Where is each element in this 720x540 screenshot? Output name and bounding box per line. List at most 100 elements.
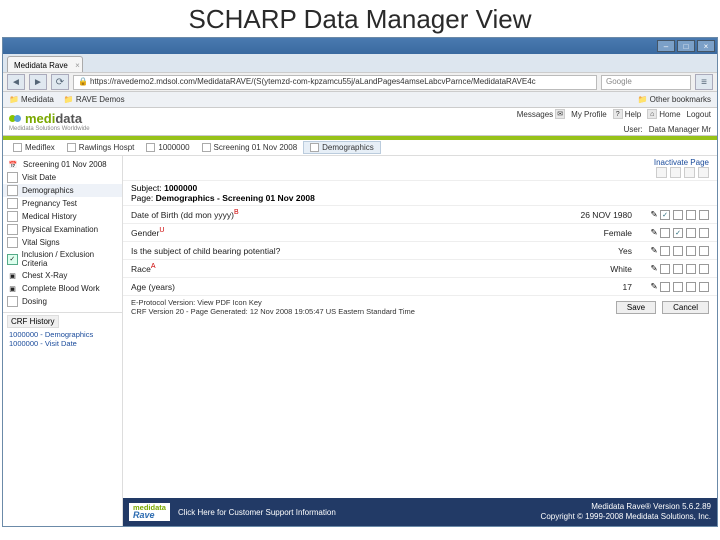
close-button[interactable]: × — [697, 40, 715, 52]
browser-tab[interactable]: Medidata Rave × — [7, 56, 83, 72]
crf-history: CRF History 1000000 - Demographics 10000… — [3, 312, 122, 350]
status-checkbox[interactable] — [673, 264, 683, 274]
tool-icon[interactable] — [670, 167, 681, 178]
breadcrumb-item[interactable]: Rawlings Hospt — [61, 142, 141, 153]
status-checkbox[interactable] — [660, 264, 670, 274]
forward-button[interactable]: ► — [29, 74, 47, 90]
status-checkbox[interactable] — [660, 228, 670, 238]
brand-icon — [9, 112, 23, 126]
status-checkbox[interactable] — [699, 282, 709, 292]
sidebar-item[interactable]: Vital Signs — [3, 236, 122, 249]
data-row: Age (years)17✎ — [123, 278, 717, 296]
tool-icon[interactable] — [684, 167, 695, 178]
address-bar[interactable]: 🔒https://ravedemo2.mdsol.com/MedidataRAV… — [73, 75, 597, 90]
tool-icon[interactable] — [656, 167, 667, 178]
menu-button[interactable]: ≡ — [695, 74, 713, 90]
page-icon — [67, 143, 76, 152]
header-links: Messages✉ My Profile ?Help ⌂Home Logout … — [517, 109, 711, 134]
status-checkbox[interactable] — [686, 282, 696, 292]
status-checkbox[interactable] — [686, 210, 696, 220]
close-tab-icon[interactable]: × — [75, 61, 80, 70]
page-icon — [146, 143, 155, 152]
my-profile-link[interactable]: My Profile — [571, 110, 607, 119]
tab-title: Medidata Rave — [14, 61, 68, 70]
search-box[interactable]: Google — [601, 75, 691, 90]
sidebar-item-visit[interactable]: 📅Screening 01 Nov 2008 — [3, 158, 122, 171]
breadcrumb-item[interactable]: Mediflex — [7, 142, 61, 153]
page-icon — [7, 211, 18, 222]
page-value: Demographics - Screening 01 Nov 2008 — [156, 193, 315, 203]
status-checkbox[interactable] — [686, 228, 696, 238]
status-checkbox[interactable]: ✓ — [673, 228, 683, 238]
breadcrumb-item-active[interactable]: Demographics — [303, 141, 381, 154]
status-checkbox[interactable] — [699, 228, 709, 238]
edit-pencil-icon[interactable]: ✎ — [648, 209, 660, 220]
other-bookmarks[interactable]: Other bookmarks — [638, 95, 711, 104]
home-link[interactable]: ⌂Home — [647, 109, 680, 119]
sidebar-item[interactable]: ✓Inclusion / Exclusion Criteria — [3, 249, 122, 269]
crf-history-link[interactable]: 1000000 - Demographics — [7, 330, 118, 339]
status-checkbox[interactable] — [673, 282, 683, 292]
status-checkboxes — [660, 282, 709, 292]
edit-pencil-icon[interactable]: ✎ — [648, 245, 660, 256]
brand-logo[interactable]: medidata Medidata Solutions Worldwide — [9, 112, 90, 132]
subject-value: 1000000 — [164, 183, 197, 193]
bookmarks-bar: Medidata RAVE Demos Other bookmarks — [3, 92, 717, 108]
maximize-button[interactable]: □ — [677, 40, 695, 52]
sidebar-item[interactable]: Visit Date — [3, 171, 122, 184]
status-checkboxes — [660, 264, 709, 274]
sidebar-item[interactable]: Dosing — [3, 295, 122, 308]
cancel-button[interactable]: Cancel — [662, 301, 709, 314]
sidebar-item[interactable]: ▣Chest X-Ray — [3, 269, 122, 282]
brand-text: medidata — [25, 112, 82, 125]
status-checkbox[interactable] — [686, 264, 696, 274]
status-checkboxes: ✓ — [660, 228, 709, 238]
bookmark-folder[interactable]: Medidata — [9, 95, 54, 104]
inactivate-page-link[interactable]: Inactivate Page — [123, 156, 717, 167]
field-value: White — [610, 264, 648, 274]
url-text: https://ravedemo2.mdsol.com/MedidataRAVE… — [90, 77, 536, 86]
sidebar-item[interactable]: Physical Examination — [3, 223, 122, 236]
edit-pencil-icon[interactable]: ✎ — [648, 281, 660, 292]
support-link[interactable]: Click Here for Customer Support Informat… — [178, 508, 336, 517]
breadcrumb-item[interactable]: Screening 01 Nov 2008 — [196, 142, 304, 153]
status-checkboxes: ✓ — [660, 210, 709, 220]
sidebar-item-demographics[interactable]: Demographics — [3, 184, 122, 197]
status-checkbox[interactable] — [660, 282, 670, 292]
data-rows: Date of Birth (dd mon yyyy)B26 NOV 1980✎… — [123, 206, 717, 296]
chart-icon: ▣ — [7, 283, 18, 294]
status-checkbox[interactable] — [673, 210, 683, 220]
sidebar-item[interactable]: Medical History — [3, 210, 122, 223]
status-checkbox[interactable] — [699, 264, 709, 274]
field-value: Female — [604, 228, 648, 238]
status-checkbox[interactable]: ✓ — [660, 210, 670, 220]
crf-version-text: CRF Version 20 - Page Generated: 12 Nov … — [131, 307, 415, 316]
tool-icon[interactable] — [698, 167, 709, 178]
sidebar-item[interactable]: ▣Complete Blood Work — [3, 282, 122, 295]
edit-pencil-icon[interactable]: ✎ — [648, 263, 660, 274]
edit-pencil-icon[interactable]: ✎ — [648, 227, 660, 238]
window-titlebar: – □ × — [3, 38, 717, 54]
slide-title: SCHARP Data Manager View — [0, 0, 720, 37]
save-button[interactable]: Save — [616, 301, 656, 314]
reload-button[interactable]: ⟳ — [51, 74, 69, 90]
logout-link[interactable]: Logout — [687, 110, 711, 119]
eprotocol-link[interactable]: E-Protocol Version: View PDF Icon Key — [131, 298, 262, 307]
check-icon: ✓ — [7, 254, 18, 265]
breadcrumb-bar: Mediflex Rawlings Hospt 1000000 Screenin… — [3, 140, 717, 156]
page-icon — [7, 296, 18, 307]
minimize-button[interactable]: – — [657, 40, 675, 52]
status-checkboxes — [660, 246, 709, 256]
status-checkbox[interactable] — [686, 246, 696, 256]
back-button[interactable]: ◄ — [7, 74, 25, 90]
status-checkbox[interactable] — [699, 246, 709, 256]
breadcrumb-item[interactable]: 1000000 — [140, 142, 195, 153]
sidebar-item[interactable]: Pregnancy Test — [3, 197, 122, 210]
crf-history-link[interactable]: 1000000 - Visit Date — [7, 339, 118, 348]
bookmark-folder[interactable]: RAVE Demos — [64, 95, 125, 104]
messages-link[interactable]: Messages✉ — [517, 109, 565, 119]
help-link[interactable]: ?Help — [613, 109, 641, 119]
status-checkbox[interactable] — [660, 246, 670, 256]
status-checkbox[interactable] — [699, 210, 709, 220]
status-checkbox[interactable] — [673, 246, 683, 256]
